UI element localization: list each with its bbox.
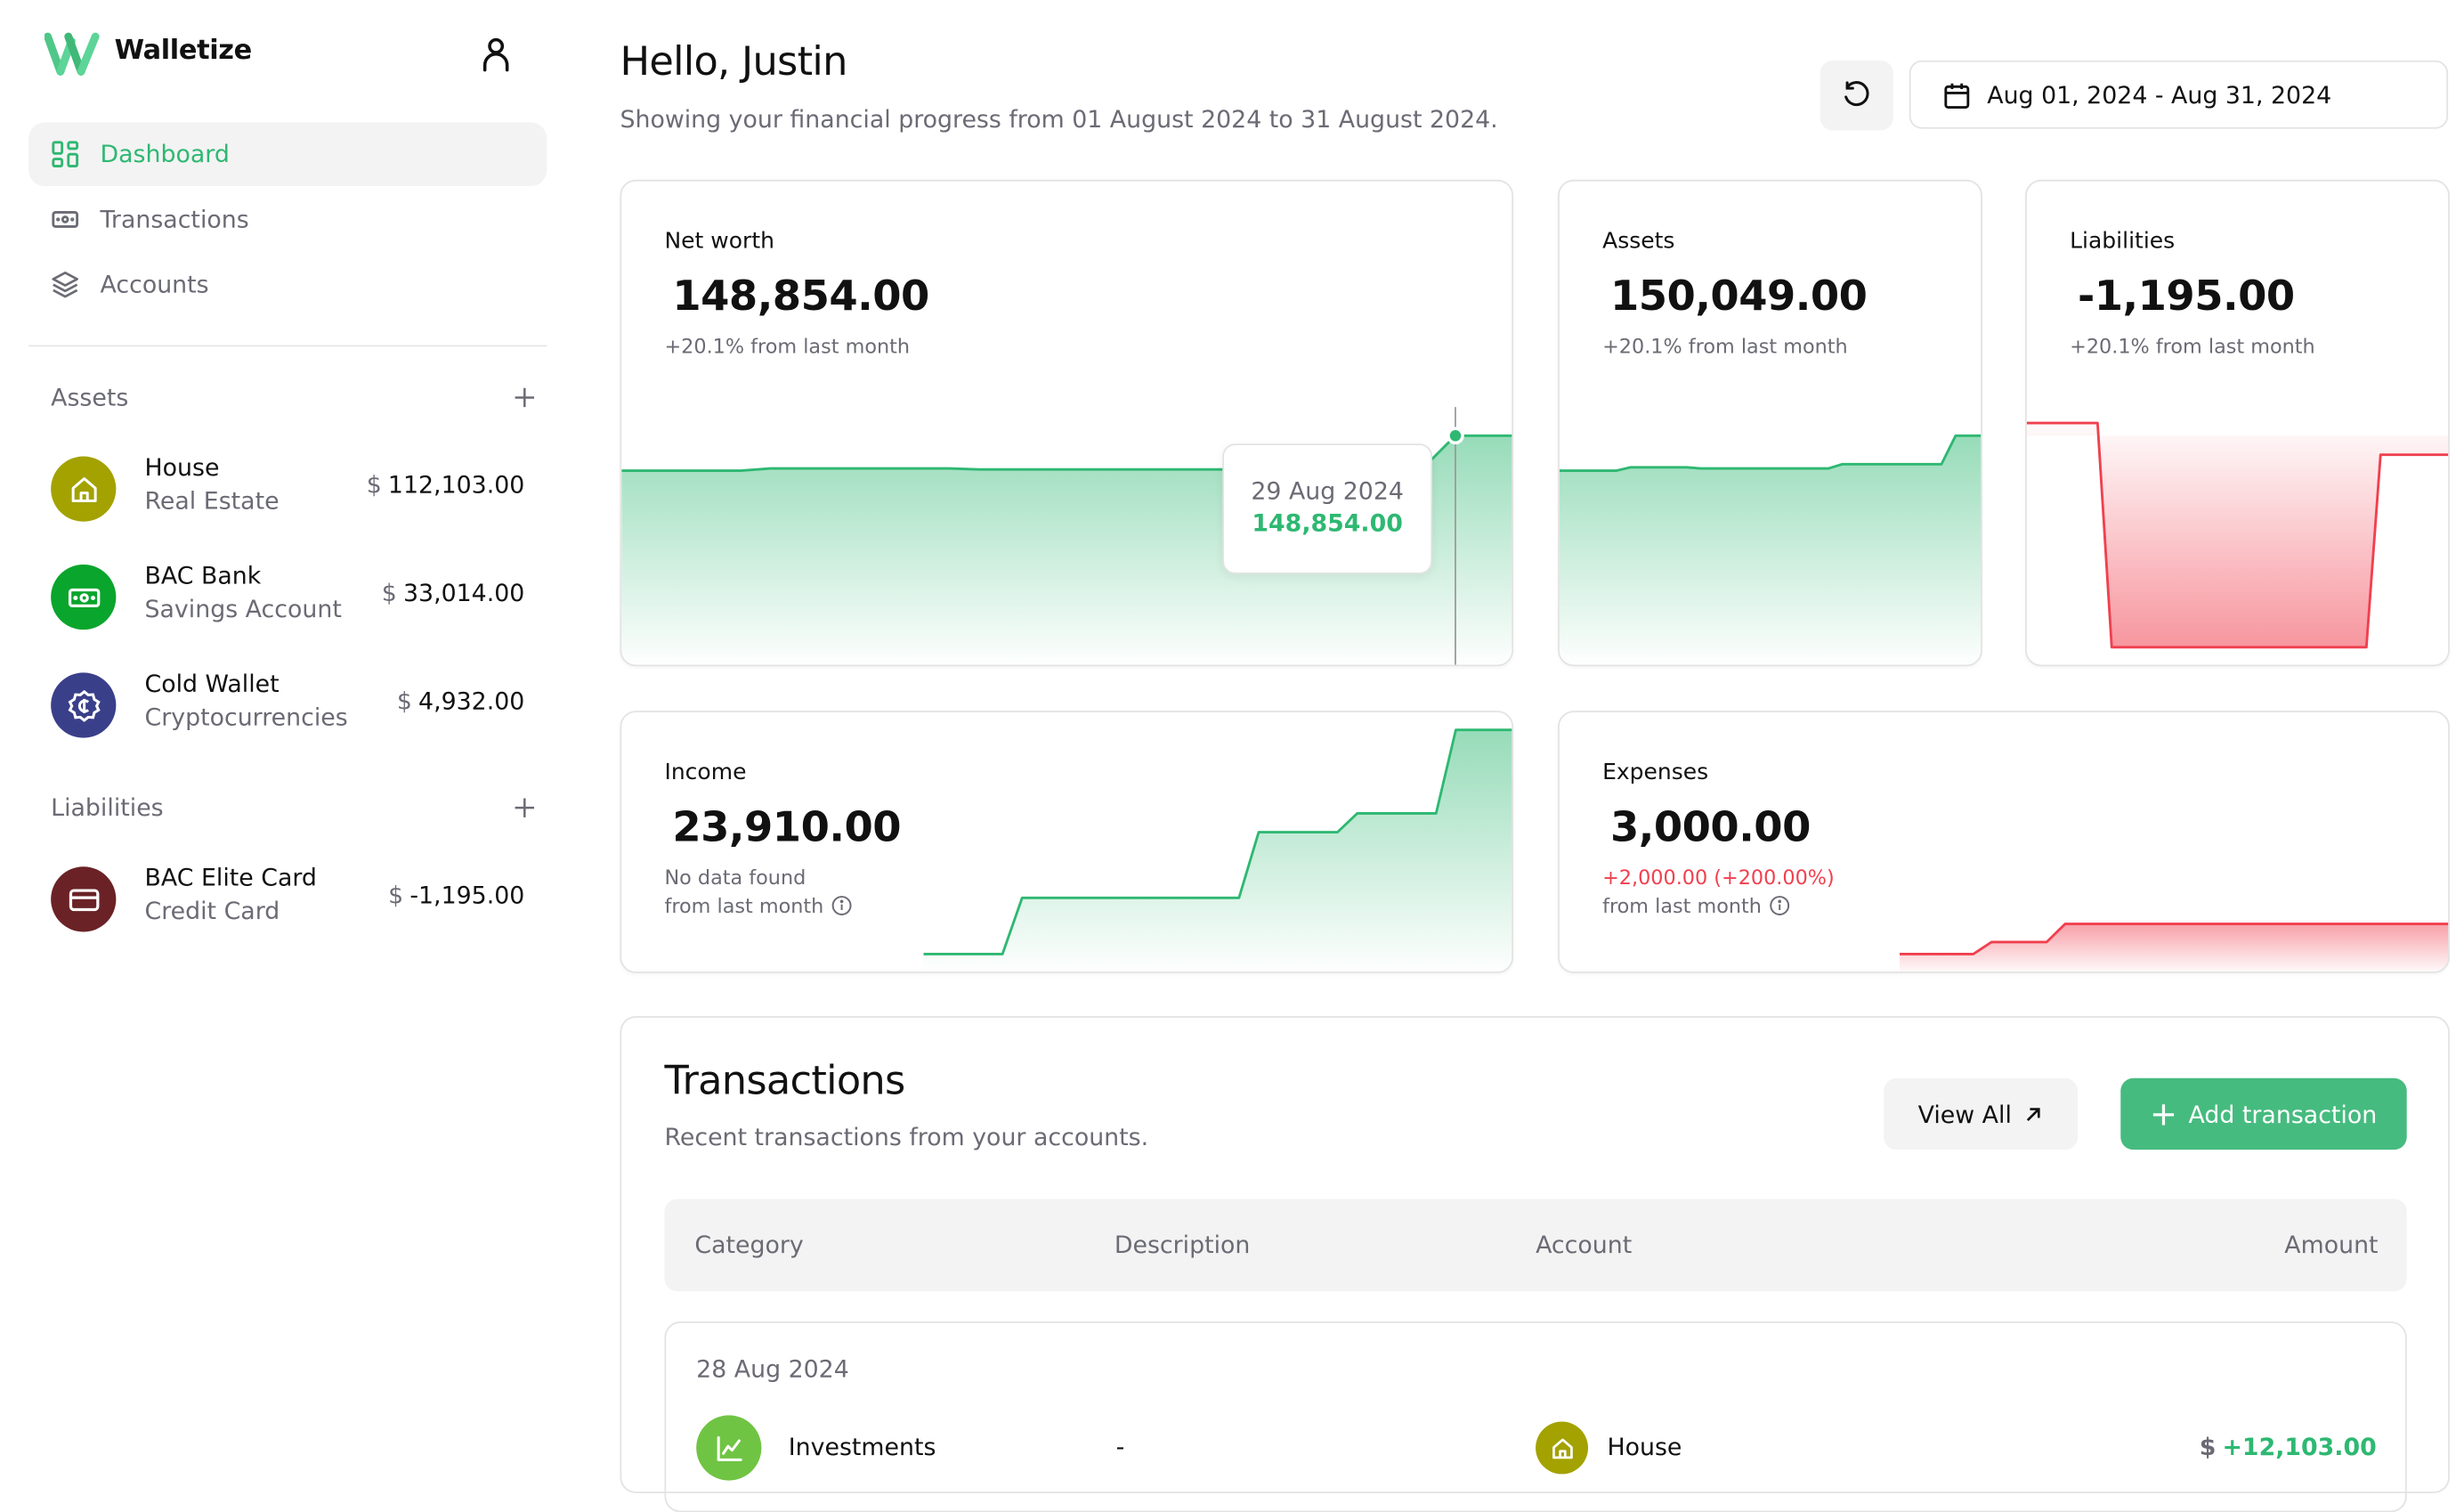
account-balance: $112,103.00 [366,470,525,500]
sidebar-divider [28,345,547,347]
card-delta: +2,000.00 (+200.00%) [1602,865,1835,890]
dashboard-grid-icon [51,140,79,168]
card-title: Net worth [664,229,774,255]
account-type: Real Estate [144,486,280,516]
transaction-category: Investments [788,1433,936,1462]
greeting-title: Hello, Justin [620,37,847,85]
card-delta: +20.1% from last month [1602,334,1848,358]
transactions-title: Transactions [664,1057,905,1104]
tooltip-date: 29 Aug 2024 [1251,476,1404,506]
account-item-bac-elite-card[interactable]: BAC Elite Card Credit Card $ -1,195.00 [51,863,528,935]
card-delta: +20.1% from last month [2070,334,2315,358]
card-title: Income [664,760,747,786]
house-icon [1536,1421,1589,1475]
transaction-description: - [1115,1433,1125,1462]
refresh-icon [1844,81,1869,107]
expenses-card: Expenses 3,000.00 +2,000.00 (+200.00%) f… [1558,711,2450,973]
sidebar-item-dashboard[interactable]: Dashboard [28,122,547,186]
sidebar-item-label: Dashboard [100,140,230,169]
tooltip-value: 148,854.00 [1252,508,1403,538]
plus-icon [2152,1103,2174,1125]
liabilities-section-title: Liabilities [51,793,164,823]
refresh-button[interactable] [1820,60,1893,131]
card-value: 148,854.00 [672,273,929,321]
account-balance: $ -1,195.00 [388,881,525,910]
transaction-account: House [1607,1433,1682,1462]
card-delta: No data found [664,865,806,890]
account-type: Savings Account [144,594,342,624]
table-row[interactable]: Investments - House $ +12,103.00 [666,1415,2405,1485]
date-range-picker[interactable]: Aug 01, 2024 - Aug 31, 2024 [1909,60,2449,129]
account-name: BAC Elite Card [144,863,317,892]
card-delta-secondary: from last month [1602,894,1790,917]
assets-section-title: Assets [51,383,129,412]
app-name: Walletize [114,35,253,68]
account-name: House [144,452,220,483]
transaction-date-group: 28 Aug 2024 Investments - House $ +12,10… [664,1321,2407,1512]
chart-area-fill [2026,423,2449,647]
column-header-amount[interactable]: Amount [2284,1231,2378,1259]
view-all-button[interactable]: View All [1884,1077,2079,1150]
column-header-description[interactable]: Description [1114,1231,1251,1259]
account-type: Credit Card [144,897,280,926]
add-liability-button[interactable] [512,795,538,821]
account-name: Cold Wallet [144,669,280,698]
plus-icon [515,387,535,408]
add-asset-button[interactable] [512,385,538,411]
banknote-icon [51,564,117,630]
calendar-icon [1942,80,1971,109]
transactions-panel: Transactions Recent transactions from yo… [620,1016,2450,1512]
crypto-coin-icon [51,672,117,738]
card-value: 150,049.00 [1610,273,1868,321]
assets-card: Assets 150,049.00 +20.1% from last month [1558,179,1982,667]
layers-icon [51,271,79,299]
chart-tooltip: 29 Aug 2024 148,854.00 [1222,443,1433,574]
walletize-logo[interactable] [44,32,101,77]
date-range-text: Aug 01, 2024 - Aug 31, 2024 [1987,80,2332,110]
card-value: 3,000.00 [1610,804,1811,853]
net-worth-card: Net worth 148,854.00 +20.1% from last mo… [620,179,1514,667]
sidebar-item-accounts[interactable]: Accounts [28,253,547,316]
transactions-subtitle: Recent transactions from your accounts. [664,1122,1149,1151]
investments-chart-icon [696,1415,762,1481]
card-title: Expenses [1602,760,1709,786]
account-item-bac-bank[interactable]: BAC Bank Savings Account $33,014.00 [51,561,528,633]
card-value: -1,195.00 [2078,273,2295,321]
transactions-table-header: Category Description Account Amount [664,1199,2407,1292]
transaction-amount: $ +12,103.00 [2199,1433,2377,1462]
card-value: 23,910.00 [672,804,902,853]
account-balance: $4,932.00 [396,687,525,716]
info-icon[interactable] [1770,895,1790,915]
card-title: Assets [1602,229,1675,255]
card-delta-secondary: from last month [664,894,852,917]
sidebar-item-label: Transactions [100,205,249,234]
greeting-subtitle: Showing your financial progress from 01 … [620,104,1498,134]
account-item-cold-wallet[interactable]: Cold Wallet Cryptocurrencies $4,932.00 [51,669,528,742]
account-balance: $33,014.00 [381,579,525,608]
account-name: BAC Bank [144,561,262,590]
card-title: Liabilities [2070,229,2176,255]
house-icon [51,456,117,522]
user-profile-icon[interactable] [477,35,515,73]
info-icon[interactable] [831,895,852,915]
income-card: Income 23,910.00 No data found from last… [620,711,1514,973]
column-header-category[interactable]: Category [694,1231,803,1259]
credit-card-icon [51,866,117,932]
chart-area-fill [923,729,1512,972]
arrow-up-right-icon [2027,1107,2041,1121]
chart-highlight-point [1447,427,1464,445]
column-header-account[interactable]: Account [1536,1231,1632,1259]
add-transaction-button[interactable]: Add transaction [2120,1077,2407,1150]
card-delta: +20.1% from last month [664,334,911,358]
liabilities-card: Liabilities -1,195.00 +20.1% from last m… [2025,179,2450,667]
plus-icon [515,798,535,817]
account-type: Cryptocurrencies [144,703,348,732]
transaction-group-date: 28 Aug 2024 [696,1354,849,1384]
sidebar-item-transactions[interactable]: Transactions [28,188,547,251]
banknote-icon [51,205,79,233]
sidebar-item-label: Accounts [100,270,209,299]
account-item-house[interactable]: House Real Estate $112,103.00 [51,452,528,525]
